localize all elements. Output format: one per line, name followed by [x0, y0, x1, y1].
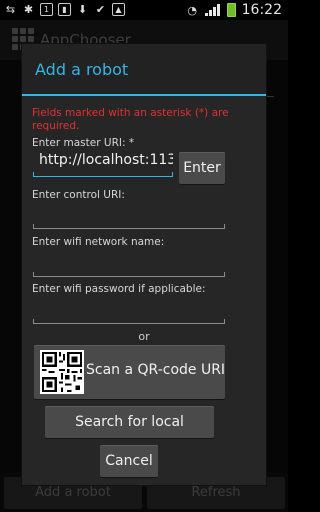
dialog-title: Add a robot	[35, 60, 129, 79]
notification-count: 1	[43, 5, 50, 14]
or-separator: or	[138, 330, 150, 343]
dialog-header: Add a robot	[22, 44, 266, 94]
status-icons-left: ⇆ ✱ 1 ▮ ⬇ ✔ ▲	[4, 3, 125, 16]
download-icon: ⬇	[77, 3, 88, 16]
add-robot-dialog: Add a robot Fields marked with an asteri…	[22, 44, 266, 485]
enter-button[interactable]: Enter	[179, 152, 225, 184]
usb-icon: ⇆	[5, 3, 16, 16]
qr-code-icon	[40, 350, 84, 394]
wifi-name-label: Enter wifi network name:	[32, 236, 165, 248]
notification-1-icon: 1	[40, 3, 53, 16]
screen: ⇆ ✱ 1 ▮ ⬇ ✔ ▲ ◔ 16:22 AppChooser Add a r…	[0, 0, 288, 512]
wifi-icon: ◔	[187, 3, 197, 17]
control-uri-input[interactable]	[33, 201, 225, 229]
clock: 16:22	[241, 2, 282, 18]
sd-icon: ▮	[58, 3, 71, 16]
master-uri-label: Enter master URI: *	[32, 137, 135, 149]
cancel-button[interactable]: Cancel	[100, 445, 158, 477]
required-fields-warning: Fields marked with an asterisk (*) are r…	[32, 107, 229, 132]
wifi-password-input[interactable]	[33, 296, 225, 324]
scan-qr-button[interactable]: Scan a QR-code URI	[34, 345, 225, 399]
search-local-network-button[interactable]: Search for local network	[45, 406, 214, 462]
wifi-name-input[interactable]	[33, 249, 225, 277]
scan-qr-label: Scan a QR-code URI	[86, 362, 226, 378]
image-icon: ▲	[112, 3, 125, 16]
status-bar: ⇆ ✱ 1 ▮ ⬇ ✔ ▲ ◔ 16:22	[0, 0, 288, 20]
check-icon: ✔	[95, 3, 106, 16]
signal-icon	[204, 4, 221, 16]
wifi-password-label: Enter wifi password if applicable:	[32, 283, 206, 295]
status-icons-right: ◔ 16:22	[186, 2, 282, 18]
master-uri-value: http://localhost:113	[39, 152, 173, 168]
dialog-title-divider	[22, 94, 266, 96]
control-uri-label: Enter control URI:	[32, 189, 125, 201]
battery-icon	[226, 3, 236, 17]
master-uri-input[interactable]: http://localhost:113	[33, 149, 173, 177]
debug-icon: ✱	[23, 3, 34, 16]
